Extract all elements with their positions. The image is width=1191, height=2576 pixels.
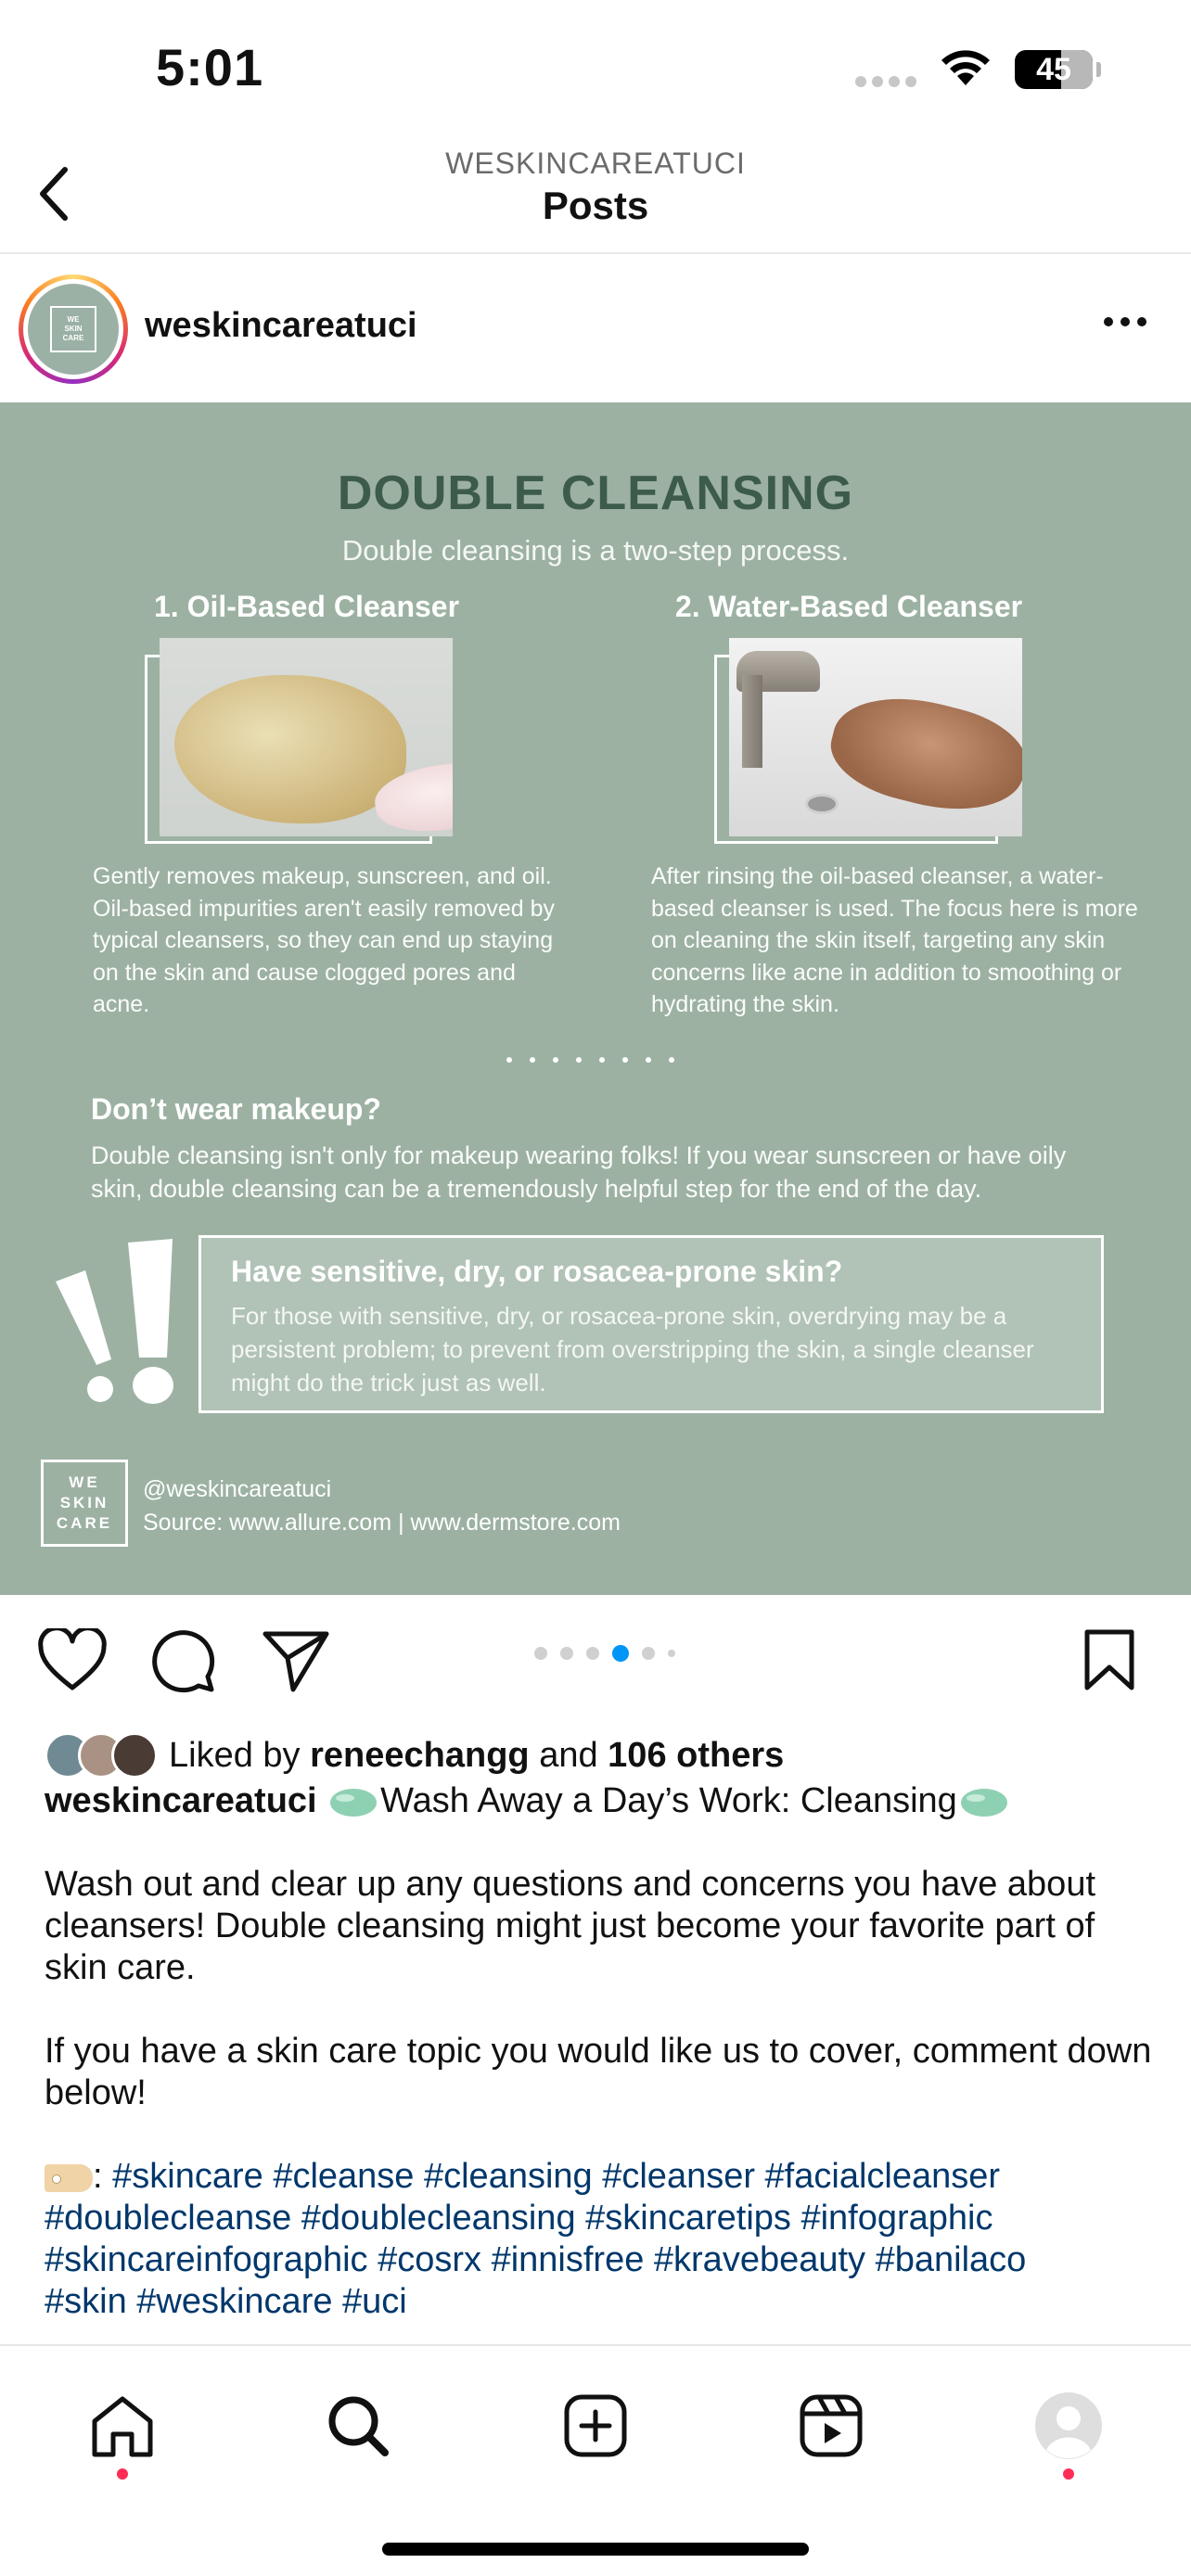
carousel-dot bbox=[560, 1647, 573, 1660]
status-time: 5:01 bbox=[156, 38, 264, 96]
carousel-dot bbox=[586, 1647, 599, 1660]
liker-avatars bbox=[45, 1730, 161, 1780]
sensitive-skin-heading: Have sensitive, dry, or rosacea-prone sk… bbox=[231, 1255, 843, 1288]
oil-cleanser-text: Gently removes makeup, sunscreen, and oi… bbox=[93, 863, 556, 1017]
notification-dot bbox=[1063, 2468, 1074, 2480]
soap-emoji-icon bbox=[330, 1788, 378, 1817]
infographic-source: Source: www.allure.com | www.dermstore.c… bbox=[143, 1510, 621, 1536]
infographic-subtitle: Double cleansing is a two-step process. bbox=[341, 534, 850, 567]
post-username[interactable]: weskincareatuci bbox=[145, 306, 417, 346]
home-indicator bbox=[382, 2543, 809, 2556]
post-caption: weskincareatuci Wash Away a Day’s Work: … bbox=[45, 1780, 1158, 2323]
sensitive-skin-callout: Have sensitive, dry, or rosacea-prone sk… bbox=[198, 1235, 1104, 1413]
search-icon bbox=[328, 2396, 389, 2456]
tab-reels[interactable] bbox=[785, 2379, 877, 2472]
carousel-dot bbox=[642, 1647, 655, 1660]
label-emoji-icon bbox=[45, 2163, 93, 2192]
tab-search[interactable] bbox=[312, 2379, 404, 2472]
caption-paragraph: Wash out and clear up any questions and … bbox=[45, 1865, 1096, 1987]
infographic-handle: @weskincareatuci bbox=[143, 1476, 332, 1502]
caption-username[interactable]: weskincareatuci bbox=[45, 1781, 317, 1820]
comment-icon[interactable] bbox=[150, 1628, 217, 1695]
weskincare-logo: WE SKIN CARE bbox=[41, 1460, 128, 1547]
nav-header: WESKINCAREATUCI Posts bbox=[0, 139, 1191, 254]
water-cleanser-title: 2. Water-Based Cleanser bbox=[675, 590, 1023, 623]
oil-cleanser-title: 1. Oil-Based Cleanser bbox=[154, 590, 460, 623]
carousel-dot-active bbox=[612, 1645, 629, 1662]
create-icon bbox=[564, 2394, 627, 2457]
status-bar: 5:01 45 bbox=[0, 0, 1191, 139]
header-account-name: WESKINCAREATUCI bbox=[445, 147, 746, 180]
likes-count[interactable]: 106 others bbox=[608, 1736, 784, 1775]
liker-username[interactable]: reneechangg bbox=[310, 1736, 530, 1775]
carousel-dot bbox=[668, 1650, 675, 1657]
more-options-button[interactable] bbox=[1104, 317, 1146, 326]
bookmark-icon[interactable] bbox=[1082, 1628, 1137, 1693]
likes-row[interactable]: Liked by reneechangg and 106 others bbox=[45, 1730, 784, 1780]
likes-text: Liked by reneechangg and 106 others bbox=[169, 1735, 785, 1775]
wifi-icon bbox=[941, 50, 990, 85]
dotted-divider bbox=[506, 1057, 674, 1063]
notification-dot bbox=[117, 2468, 128, 2480]
send-icon[interactable] bbox=[262, 1628, 330, 1693]
battery-indicator: 45 bbox=[1015, 50, 1093, 89]
oil-cleanser-photo bbox=[160, 638, 453, 836]
heart-icon[interactable] bbox=[37, 1628, 108, 1693]
profile-icon bbox=[1035, 2392, 1102, 2459]
post-header: WE SKIN CARE weskincareatuci bbox=[0, 256, 1191, 401]
water-cleanser-photo bbox=[729, 638, 1022, 836]
caption-headline: Wash Away a Day’s Work: Cleansing bbox=[380, 1781, 957, 1820]
cellular-signal-icon bbox=[855, 76, 916, 87]
post-image[interactable]: DOUBLE CLEANSING Double cleansing is a t… bbox=[0, 402, 1191, 1595]
more-horizontal-icon bbox=[1104, 317, 1113, 326]
post-actions bbox=[0, 1597, 1191, 1727]
makeup-text: Double cleansing isn't only for makeup w… bbox=[91, 1141, 1067, 1203]
page-title: Posts bbox=[542, 184, 649, 227]
hashtags[interactable]: : #skincare #cleanse #cleansing #cleanse… bbox=[45, 2156, 1158, 2323]
caption-paragraph: If you have a skin care topic you would … bbox=[45, 2032, 1152, 2112]
makeup-heading: Don’t wear makeup? bbox=[91, 1092, 381, 1126]
carousel-dot bbox=[534, 1647, 547, 1660]
avatar-logo: WE SKIN CARE bbox=[50, 306, 96, 352]
home-icon bbox=[92, 2396, 153, 2457]
carousel-indicator bbox=[534, 1645, 675, 1662]
tab-create[interactable] bbox=[549, 2379, 642, 2472]
story-avatar[interactable]: WE SKIN CARE bbox=[19, 274, 128, 384]
battery-nub bbox=[1096, 62, 1101, 77]
exclamation-icon bbox=[56, 1239, 173, 1404]
infographic-title: DOUBLE CLEANSING bbox=[337, 466, 854, 520]
tab-profile[interactable] bbox=[1022, 2379, 1115, 2480]
soap-emoji-icon bbox=[960, 1788, 1007, 1817]
bottom-tab-bar bbox=[0, 2344, 1191, 2576]
avatar bbox=[111, 1732, 158, 1779]
avatar: WE SKIN CARE bbox=[28, 284, 119, 375]
sensitive-skin-text: For those with sensitive, dry, or rosace… bbox=[231, 1302, 1034, 1396]
battery-level: 45 bbox=[1036, 51, 1071, 87]
reels-icon bbox=[800, 2394, 863, 2457]
tab-home[interactable] bbox=[76, 2379, 169, 2480]
water-cleanser-text: After rinsing the oil-based cleanser, a … bbox=[651, 863, 1138, 1017]
